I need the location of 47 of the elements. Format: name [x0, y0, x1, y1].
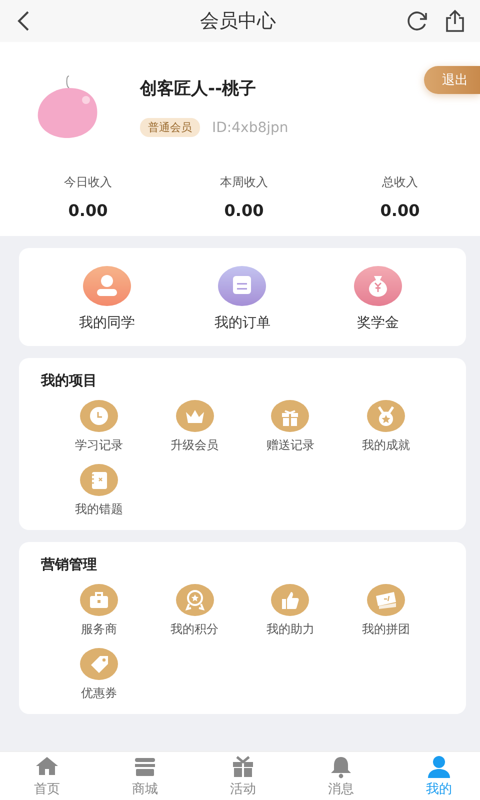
menu-item[interactable]: 我的积分 [146, 584, 242, 638]
tab-item[interactable]: 商城 [120, 752, 170, 800]
gift-icon [271, 400, 310, 432]
income-value: 0.00 [224, 201, 264, 220]
member-level-tag: 普通会员 [140, 118, 200, 137]
clock-icon [80, 400, 118, 432]
menu-item[interactable]: 服务商 [51, 584, 147, 638]
user-name: 创客匠人--桃子 [140, 78, 258, 100]
income-value: 0.00 [68, 201, 108, 220]
document-icon [218, 266, 266, 306]
briefcase-icon [80, 584, 118, 616]
tab-item[interactable]: 活动 [218, 752, 268, 800]
refresh-icon[interactable] [406, 10, 428, 32]
menu-item[interactable]: 学习记录 [51, 400, 147, 454]
income-label: 今日收入 [64, 174, 112, 191]
crown-icon [176, 400, 214, 432]
share-icon[interactable] [444, 9, 466, 33]
section-title: 我的项目 [41, 372, 98, 390]
tag-icon [80, 648, 118, 680]
menu-item[interactable]: 我的错题 [51, 464, 147, 518]
tab-item[interactable]: 首页 [22, 752, 72, 800]
shortcut-item[interactable]: 奖学金 [328, 266, 428, 332]
person-icon [82, 266, 131, 306]
section-title: 营销管理 [41, 556, 98, 574]
income-value: 0.00 [380, 201, 420, 220]
gift-icon [230, 754, 256, 780]
menu-item[interactable]: 我的助力 [242, 584, 338, 638]
person-icon [426, 754, 452, 780]
notebook-icon [80, 464, 118, 496]
shortcut-item[interactable]: 我的订单 [192, 266, 292, 332]
menu-item[interactable]: 我的成就 [338, 400, 434, 454]
coupon-icon [367, 584, 406, 616]
page-title: 会员中心 [199, 9, 277, 34]
back-icon[interactable] [16, 10, 30, 32]
menu-item[interactable]: 优惠券 [51, 648, 147, 702]
menu-item[interactable]: 我的拼团 [338, 584, 434, 638]
user-id: ID:4xb8jpn [212, 120, 288, 136]
income-label: 本周收入 [220, 174, 268, 191]
badge-icon [176, 584, 214, 616]
medal-icon [367, 400, 406, 432]
money-bag-icon [354, 266, 402, 306]
thumbs-up-icon [271, 584, 310, 616]
menu-item[interactable]: 升级会员 [146, 400, 242, 454]
menu-item[interactable]: 赠送记录 [242, 400, 338, 454]
shortcut-item[interactable]: 我的同学 [56, 266, 157, 332]
income-label: 总收入 [382, 174, 418, 191]
tab-item[interactable]: 消息 [316, 752, 366, 800]
